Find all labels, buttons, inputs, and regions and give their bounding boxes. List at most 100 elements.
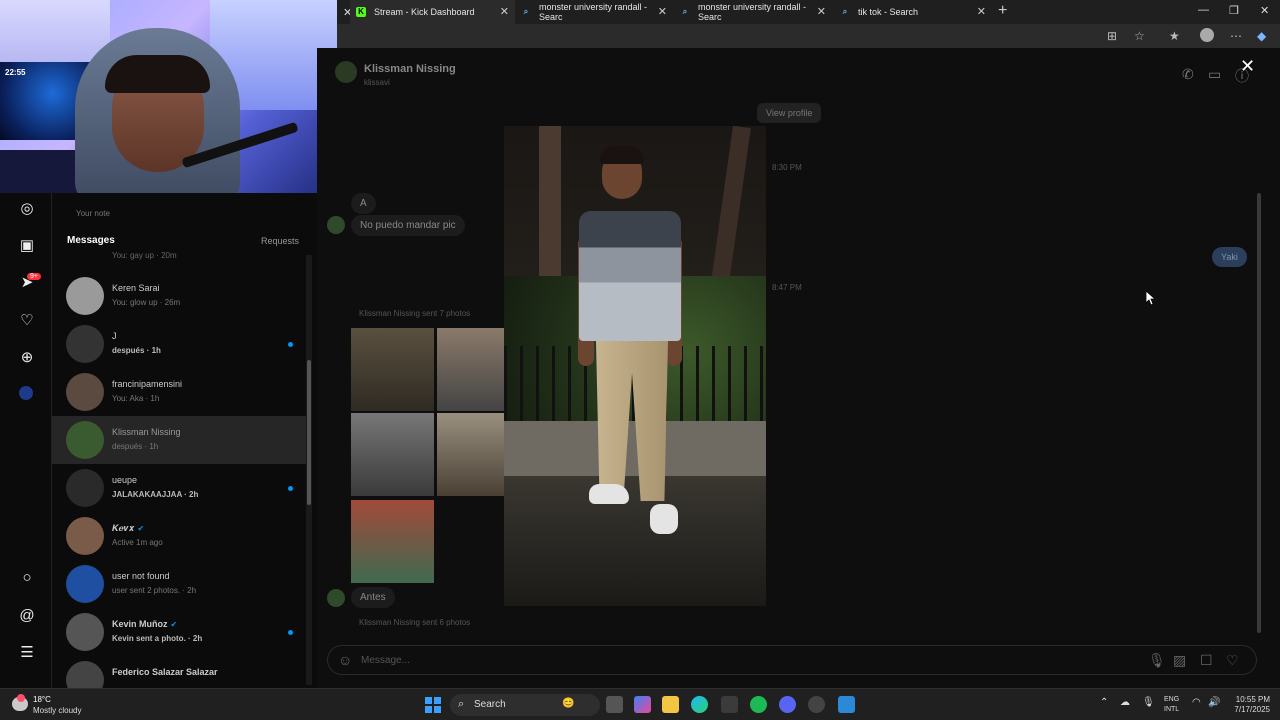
heart-icon[interactable]: ♡ <box>1226 652 1239 669</box>
tab-search-2[interactable]: ⌕ monster university randall - Searc ✕ <box>674 0 832 24</box>
tab-search-1[interactable]: ⌕ monster university randall - Searc ✕ <box>515 0 673 24</box>
onedrive-icon[interactable]: ☁ <box>1120 697 1130 708</box>
spotify-icon[interactable] <box>750 696 767 713</box>
timestamp: 8:47 PM <box>772 283 802 292</box>
list-item[interactable]: J después · 1h <box>52 320 307 368</box>
conversation-preview: Kevin sent a photo. · 2h <box>112 634 203 643</box>
view-profile-button[interactable]: View profile <box>757 103 822 123</box>
app-icon[interactable] <box>838 696 855 713</box>
language-indicator[interactable]: ENG INTL <box>1164 695 1179 715</box>
conversation-name: Kevin Muñoz ✔ <box>112 619 177 629</box>
create-icon[interactable]: ⊕ <box>19 350 35 366</box>
copilot-app-icon[interactable] <box>634 696 651 713</box>
close-viewer-icon[interactable]: ✕ <box>1240 56 1255 77</box>
restore-icon[interactable]: ❐ <box>1229 4 1239 17</box>
tab-title: tik tok - Search <box>858 7 919 17</box>
chevron-up-icon[interactable]: ⌃ <box>1100 697 1108 708</box>
avatar <box>66 469 104 507</box>
chat-contact-username: klissavi <box>364 78 390 87</box>
explore-icon[interactable]: ◎ <box>19 201 35 217</box>
sent-photos-label: Klissman Nissing sent 6 photos <box>359 618 471 627</box>
tab-search-3[interactable]: ⌕ tik tok - Search ✕ <box>834 0 992 24</box>
close-window-icon[interactable]: ✕ <box>1260 4 1269 17</box>
microphone-icon[interactable]: 🎙 <box>1148 652 1166 669</box>
list-item[interactable]: user not found user sent 2 photos. · 2h <box>52 560 307 608</box>
message-input[interactable]: Message... <box>361 655 410 666</box>
favorites-icon[interactable]: ★ <box>1169 29 1180 43</box>
chat-contact-name[interactable]: Klissman Nissing <box>364 63 456 75</box>
photo-thumbnail[interactable] <box>351 328 434 411</box>
new-tab-icon[interactable]: + <box>998 2 1007 20</box>
meta-ai-icon[interactable]: ○ <box>19 570 35 586</box>
list-item[interactable]: Kevin Muñoz ✔ Kevin sent a photo. · 2h <box>52 608 307 656</box>
reels-icon[interactable]: ▣ <box>19 238 35 254</box>
list-scrollbar-thumb[interactable] <box>307 360 311 505</box>
message-composer[interactable]: ☺ Message... 🎙 ▨ ☐ ♡ <box>327 645 1257 675</box>
close-tab-icon[interactable]: ✕ <box>500 5 509 18</box>
close-tab-icon[interactable]: ✕ <box>337 0 352 24</box>
unread-dot <box>288 486 293 491</box>
file-explorer-icon[interactable] <box>662 696 679 713</box>
requests-link[interactable]: Requests <box>261 236 299 246</box>
photo-person-hair <box>600 146 644 164</box>
phone-icon[interactable]: ✆ <box>1182 66 1194 83</box>
favorite-star-icon[interactable]: ☆ <box>1134 29 1145 43</box>
conversation-name: Federico Salazar Salazar <box>112 667 218 677</box>
timestamp: 8:30 PM <box>772 163 802 172</box>
store-icon[interactable] <box>721 696 738 713</box>
photo-person-shoe <box>650 504 678 534</box>
discord-icon[interactable] <box>779 696 796 713</box>
webcam-clock: 22:55 <box>5 68 26 77</box>
list-item[interactable]: 𝑲𝒆𝒗𝒙 ✔ Active 1m ago <box>52 512 307 560</box>
sent-photos-label: Klissman Nissing sent 7 photos <box>359 309 471 318</box>
list-item[interactable]: Keren Sarai You: glow up · 26m <box>52 272 307 320</box>
microphone-icon[interactable]: 🎙 <box>1142 697 1155 708</box>
tab-title: monster university randall - Searc <box>698 2 807 22</box>
windows-start-icon[interactable] <box>425 697 441 713</box>
avatar <box>66 613 104 651</box>
heart-icon[interactable]: ♡ <box>19 313 35 329</box>
edge-icon[interactable] <box>691 696 708 713</box>
emoji-icon[interactable]: ☺ <box>338 652 352 668</box>
close-tab-icon[interactable]: ✕ <box>817 5 826 18</box>
profile-avatar[interactable] <box>1200 28 1214 42</box>
threads-icon[interactable]: @ <box>19 608 35 624</box>
chat-avatar[interactable] <box>335 61 357 83</box>
system-clock[interactable]: 10:55 PM 7/17/2025 <box>1222 695 1270 715</box>
task-view-icon[interactable] <box>606 696 623 713</box>
close-tab-icon[interactable]: ✕ <box>658 5 667 18</box>
sticker-icon[interactable]: ☐ <box>1200 652 1213 669</box>
list-item[interactable]: francinipamensini You: Aka · 1h <box>52 368 307 416</box>
menu-icon[interactable]: ☰ <box>19 645 35 661</box>
close-tab-icon[interactable]: ✕ <box>977 5 986 18</box>
wifi-icon[interactable]: ◠ <box>1192 697 1201 708</box>
search-icon: ⌕ <box>523 7 529 16</box>
weather-temp[interactable]: 18°C <box>33 695 51 704</box>
conversation-name: ueupe <box>112 475 138 485</box>
conversation-preview: JALAKAKAAJJAA · 2h <box>112 490 199 499</box>
photo-thumbnail[interactable] <box>351 500 434 583</box>
video-icon[interactable]: ▭ <box>1208 66 1221 83</box>
list-item[interactable]: Federico Salazar Salazar <box>52 656 307 688</box>
weather-desc[interactable]: Mostly cloudy <box>33 706 81 715</box>
sender-avatar <box>327 589 345 607</box>
volume-icon[interactable]: 🔊 <box>1208 697 1220 708</box>
tab-kick-dashboard[interactable]: K Stream - Kick Dashboard ✕ <box>350 0 515 24</box>
more-options-icon[interactable]: ⋯ <box>1230 29 1242 43</box>
extensions-icon[interactable]: ⊞ <box>1107 29 1117 43</box>
verified-icon: ✔ <box>170 620 178 629</box>
image-icon[interactable]: ▨ <box>1173 652 1186 669</box>
app-icon[interactable] <box>808 696 825 713</box>
profile-avatar-icon[interactable] <box>19 386 33 400</box>
taskbar-search[interactable]: ⌕ Search 😊 <box>450 694 600 716</box>
list-item-selected[interactable]: Klissman Nissing después · 1h <box>52 416 307 464</box>
your-note[interactable]: Your note <box>76 209 110 218</box>
minimize-icon[interactable]: — <box>1198 4 1209 16</box>
photo-thumbnail[interactable] <box>351 413 434 496</box>
list-item[interactable]: ueupe JALAKAKAAJJAA · 2h <box>52 464 307 512</box>
weather-icon[interactable] <box>12 694 28 711</box>
copilot-icon[interactable]: ◆ <box>1257 29 1266 43</box>
avatar <box>66 277 104 315</box>
conversation-name-text: 𝑲𝒆𝒗𝒙 <box>112 523 135 533</box>
chat-scrollbar[interactable] <box>1257 193 1261 633</box>
